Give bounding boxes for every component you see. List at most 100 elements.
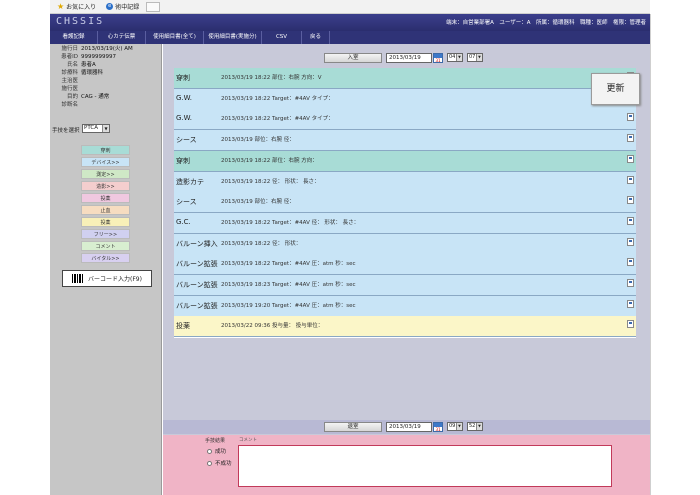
exit-minute-value: 52 (469, 423, 476, 429)
edit-icon[interactable] (627, 320, 634, 329)
record-row[interactable]: 造影カテ 2013/03/19 18:22 径： 形状： 長さ： (174, 171, 636, 193)
radio-button[interactable] (207, 448, 212, 454)
edit-icon[interactable] (627, 258, 634, 267)
edit-icon[interactable] (627, 299, 634, 308)
record-row[interactable]: 投薬 2013/03/22 09:36 投与量： 投与単位： (174, 316, 636, 338)
record-title: 造影カテ (176, 177, 204, 186)
entry-date-input[interactable]: 2013/03/19 (386, 53, 432, 63)
record-detail: 2013/03/19 18:22 部位：右腕 方向： (221, 157, 318, 164)
menu-item[interactable]: 心カテ伝票 (98, 31, 146, 44)
record-row[interactable]: 穿刺 2013/03/19 18:22 部位：右腕 方向： (174, 150, 636, 172)
category-button[interactable]: 止血 (81, 205, 130, 215)
user-info: 端末：自営業部署A ユーザー：A 所属：循環器科 職種：医師 権限：管理者 (446, 20, 646, 26)
calendar-icon[interactable]: 31 (433, 422, 443, 432)
record-title: G.W. (176, 114, 192, 123)
record-detail: 2013/03/19 18:22 Target：#4AV 径： 形状： 長さ： (221, 219, 360, 226)
patient-info-row: 目的 CAG - 通常 (50, 94, 162, 101)
menu-item[interactable]: 使用細目書(全て) (146, 31, 204, 44)
comment-textarea[interactable] (238, 445, 612, 487)
record-detail: 2013/03/19 18:23 Target：#4AV 圧：atm 秒：sec (221, 282, 356, 288)
chevron-down-icon[interactable]: ▼ (102, 125, 109, 132)
patient-info-value: 9999999997 (81, 54, 116, 60)
entry-minute-select[interactable]: 07 ▼ (467, 53, 483, 62)
record-row[interactable]: シース 2013/03/19 部位：右腕 径： (174, 130, 636, 152)
category-button[interactable]: 投薬 (81, 193, 130, 203)
app-header: CHSSIS 端末：自営業部署A ユーザー：A 所属：循環器科 職種：医師 権限… (50, 14, 650, 31)
exit-hour-select[interactable]: 09 ▼ (447, 422, 463, 431)
result-success-option[interactable]: 成功 (207, 447, 226, 455)
record-title: シース (176, 136, 197, 145)
category-button[interactable]: 造影>> (81, 181, 130, 191)
record-row[interactable]: G.C. 2013/03/19 18:22 Target：#4AV 径： 形状： … (174, 212, 636, 234)
entry-hour-select[interactable]: 04 ▼ (447, 53, 463, 62)
category-button[interactable]: コメント (81, 241, 130, 251)
menu-item[interactable]: 看護記録 (50, 31, 98, 44)
record-row[interactable]: 穿刺 2013/03/19 18:22 部位：右腕 方向：V (174, 68, 636, 89)
star-icon: ★ (57, 1, 65, 11)
record-detail: 2013/03/19 部位：右腕 径： (221, 199, 295, 206)
category-button[interactable]: フリー>> (81, 229, 130, 239)
record-title: G.W. (176, 93, 192, 102)
category-button[interactable]: デバイス>> (81, 157, 130, 167)
patient-info-value: 2013/03/19(火) AM (81, 46, 133, 52)
edit-icon[interactable] (627, 154, 634, 163)
result-failure-label: 不成功 (215, 461, 232, 467)
patient-info-row: 施行日 2013/03/19(火) AM (50, 46, 162, 53)
menu-item[interactable]: CSV (262, 31, 302, 44)
record-row[interactable]: シース 2013/03/19 部位：右腕 径： (174, 192, 636, 214)
record-title: 穿刺 (176, 156, 190, 165)
edit-icon[interactable] (627, 216, 634, 225)
exit-date-input[interactable]: 2013/03/19 (386, 422, 432, 432)
chevron-down-icon: ▼ (476, 54, 482, 61)
record-detail: 2013/03/19 18:22 径： 形状： (221, 240, 302, 247)
record-row[interactable]: G.W. 2013/03/19 18:22 Target：#4AV タイプ： (174, 109, 636, 131)
patient-info-row: 施行医 (50, 86, 162, 93)
comment-label: コメント (239, 438, 257, 443)
record-detail: 2013/03/19 18:22 Target：#4AV タイプ： (221, 95, 334, 102)
patient-info-label: 氏名 (66, 62, 78, 68)
record-row[interactable]: バルーン拡張 2013/03/19 18:23 Target：#4AV 圧：atm… (174, 275, 636, 296)
patient-info-value: 循環器科 (81, 70, 104, 76)
category-button[interactable]: 穿刺 (81, 145, 130, 155)
new-tab-button[interactable] (146, 1, 161, 12)
record-title: バルーン拡張 (176, 281, 218, 289)
result-failure-option[interactable]: 不成功 (207, 459, 232, 467)
browser-tab[interactable]: e 術中記録 (103, 1, 142, 12)
record-row[interactable]: バルーン拡張 2013/03/19 19:20 Target：#4AV 圧：atm… (174, 295, 636, 317)
edit-icon[interactable] (627, 196, 634, 205)
radio-button[interactable] (207, 460, 212, 466)
edit-icon[interactable] (627, 113, 634, 122)
record-row[interactable]: バルーン挿入 2013/03/19 18:22 径： 形状： (174, 233, 636, 255)
edit-icon[interactable] (627, 279, 634, 287)
result-label: 手技結果 (205, 438, 226, 444)
record-detail: 2013/03/19 18:22 Target：#4AV 圧：atm 秒：sec (221, 261, 356, 268)
entry-button[interactable]: 入室 (324, 53, 382, 63)
record-row[interactable]: G.W. 2013/03/19 18:22 Target：#4AV タイプ： (174, 88, 636, 110)
chevron-down-icon: ▼ (456, 423, 462, 430)
exit-minute-select[interactable]: 52 ▼ (467, 422, 483, 431)
category-button[interactable]: 測定>> (81, 169, 130, 179)
category-button[interactable]: バイタル>> (81, 253, 130, 263)
barcode-input-button[interactable]: バーコード入力(F9) (62, 270, 152, 287)
record-detail: 2013/03/19 部位：右腕 径： (221, 137, 295, 144)
calendar-icon[interactable]: 31 (433, 53, 443, 63)
procedure-select[interactable]: PTCA ▼ (82, 124, 110, 133)
menu-item[interactable]: 戻る (302, 31, 330, 44)
window-margin (650, 14, 700, 495)
menu-item[interactable]: 使用細目書(実施分) (204, 31, 262, 44)
menu-bar: 看護記録 心カテ伝票 使用細目書(全て) 使用細目書(実施分) CSV 戻る (50, 31, 650, 44)
edit-icon[interactable] (627, 134, 634, 143)
edit-icon[interactable] (627, 237, 634, 246)
procedure-select-value: PTCA (84, 125, 98, 131)
record-row[interactable]: バルーン拡張 2013/03/19 18:22 Target：#4AV 圧：atm… (174, 254, 636, 276)
patient-info-label: 目的 (66, 94, 78, 100)
favorites-button[interactable]: ★ お気に入り (54, 1, 99, 12)
edit-icon[interactable] (627, 175, 634, 184)
exit-button[interactable]: 退室 (324, 422, 382, 432)
entry-hour-value: 04 (449, 54, 456, 60)
patient-info-row: 氏名 患者A (50, 62, 162, 69)
record-title: バルーン拡張 (176, 260, 218, 269)
browser-favorites-bar: ★ お気に入り e 術中記録 (50, 0, 650, 14)
update-button[interactable]: 更新 (591, 73, 640, 105)
category-button[interactable]: 投薬 (81, 217, 130, 227)
